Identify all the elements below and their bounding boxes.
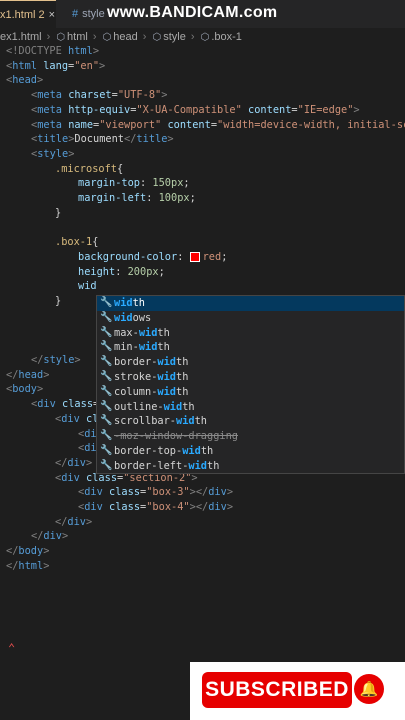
code-line: margin-top: 150px; (78, 177, 190, 190)
code-line: <di (78, 442, 97, 455)
suggestion-item[interactable]: 🔧 stroke-width (97, 370, 404, 385)
code-line: margin-left: 100px; (78, 192, 196, 204)
caret-marker: ⌃ (8, 641, 16, 655)
code-line: .microsoft{ (55, 162, 124, 175)
code-line-current: wid (78, 280, 97, 293)
code-line: height: 200px; (78, 265, 165, 278)
code-line: </html> (6, 559, 50, 572)
subscribe-overlay: SUBSCRIBED 🔔 (190, 662, 405, 720)
code-line: } (55, 294, 62, 307)
tab-ex1-html[interactable]: x1.html 2 × (0, 0, 56, 28)
code-line: <div class= (31, 398, 99, 411)
chevron-right-icon: › (142, 31, 147, 43)
wrench-icon: 🔧 (100, 415, 113, 427)
code-line: </div> (55, 456, 93, 469)
wrench-icon: 🔧 (100, 326, 113, 338)
code-line: <!DOCTYPE html> (6, 45, 100, 57)
autocomplete-suggestions[interactable]: 🔧 width 🔧 widows 🔧 max-width 🔧 min-width 🔧 bo… (96, 295, 405, 474)
bell-icon[interactable]: 🔔 (354, 674, 384, 704)
code-line: background-color: red; (78, 250, 228, 263)
tab-label: style (82, 8, 105, 20)
wrench-icon: 🔧 (100, 400, 113, 412)
chevron-right-icon: › (190, 31, 195, 43)
code-line: .box-1{ (55, 236, 99, 249)
code-line: <html lang="en"> (6, 59, 106, 72)
suggestion-item[interactable]: 🔧 border-top-width (97, 444, 404, 459)
code-line: <meta charset="UTF-8"> (31, 89, 168, 102)
suggestion-item[interactable]: 🔧 outline-width (97, 400, 404, 415)
wrench-icon: 🔧 (100, 459, 113, 471)
breadcrumb-item[interactable]: html (67, 31, 88, 43)
code-line: <div cl (55, 412, 99, 425)
code-line: <title>Document</title> (31, 133, 174, 146)
wrench-icon: 🔧 (100, 430, 113, 442)
breadcrumb-item[interactable]: .box-1 (211, 31, 242, 43)
color-swatch[interactable] (189, 251, 200, 262)
element-icon: ⬡ (102, 32, 112, 43)
tab-problem-count: 2 (38, 9, 45, 21)
suggestion-item[interactable]: 🔧 max-width (97, 326, 404, 341)
code-line: <div class="box-3"></div> (78, 486, 234, 499)
code-line: </head> (6, 368, 50, 381)
code-line: </div> (55, 515, 93, 528)
suggestion-item[interactable]: 🔧 border-left-width (97, 459, 404, 473)
suggestion-item[interactable]: 🔧 min-width (97, 340, 404, 355)
tab-style[interactable]: # style (60, 0, 105, 28)
chevron-right-icon: › (92, 31, 97, 43)
suggestion-item[interactable]: 🔧 scrollbar-width (97, 414, 404, 429)
wrench-icon: 🔧 (100, 356, 113, 368)
tab-label: x1.html (0, 9, 36, 21)
element-icon: ⬡ (152, 32, 162, 43)
code-line: </style> (31, 354, 81, 366)
breadcrumb-item[interactable]: head (113, 31, 137, 43)
selector-icon: ⬡ (200, 32, 210, 43)
suggestion-item[interactable]: 🔧 column-width (97, 385, 404, 400)
code-line: <di (78, 427, 97, 440)
code-line: } (55, 206, 62, 219)
breadcrumb-item[interactable]: style (163, 31, 186, 43)
tab-bar: x1.html 2 × # style www.BANDICAM.com (0, 0, 405, 28)
wrench-icon: 🔧 (100, 297, 113, 308)
code-line: <div class="box-4"></div> (78, 501, 234, 513)
wrench-icon: 🔧 (100, 311, 113, 323)
wrench-icon: 🔧 (100, 444, 113, 456)
css-file-icon: # (72, 8, 79, 20)
chevron-right-icon: › (46, 31, 51, 43)
suggestion-item-deprecated[interactable]: 🔧 -moz-window-dragging (97, 429, 404, 444)
code-line: <style> (31, 147, 75, 160)
wrench-icon: 🔧 (100, 385, 113, 397)
suggestion-item[interactable]: 🔧 width (97, 296, 404, 311)
code-line: <meta http-equiv="X-UA-Compatible" conte… (31, 103, 360, 116)
close-icon[interactable]: × (49, 9, 55, 21)
code-line: </div> (31, 530, 69, 543)
suggestion-item[interactable]: 🔧 border-width (97, 355, 404, 370)
code-line: </body> (6, 545, 50, 558)
suggestion-item[interactable]: 🔧 widows (97, 311, 404, 326)
breadcrumb-item[interactable]: ex1.html (0, 31, 42, 43)
wrench-icon: 🔧 (100, 341, 113, 353)
wrench-icon: 🔧 (100, 370, 113, 382)
subscribe-button[interactable]: SUBSCRIBED (202, 672, 352, 708)
element-icon: ⬡ (56, 32, 66, 43)
bandicam-watermark: www.BANDICAM.com (107, 4, 278, 21)
code-line: <meta name="viewport" content="width=dev… (31, 118, 405, 131)
code-line: <body> (6, 383, 44, 396)
code-line: <head> (6, 74, 44, 87)
